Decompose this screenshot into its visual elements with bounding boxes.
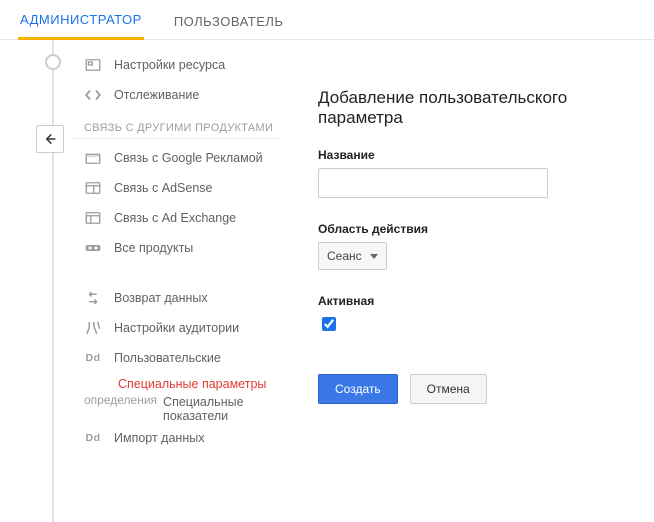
admin-tabs: АДМИНИСТРАТОР ПОЛЬЗОВАТЕЛЬ: [0, 0, 654, 40]
nav-label: Настройки аудитории: [114, 321, 239, 335]
nav-label: Импорт данных: [114, 431, 204, 445]
active-checkbox[interactable]: [322, 317, 336, 331]
nav-label: Пользовательские: [114, 351, 221, 365]
content-panel: Добавление пользовательского параметра Н…: [290, 40, 654, 522]
google-ads-icon: [84, 149, 102, 167]
cancel-button[interactable]: Отмена: [410, 374, 487, 404]
nav-all-products[interactable]: Все продукты: [70, 233, 282, 263]
tab-admin[interactable]: АДМИНИСТРАТОР: [18, 0, 144, 40]
custom-definitions-sub: Специальные параметры определения Специа…: [70, 373, 282, 423]
name-label: Название: [318, 148, 636, 162]
nav-label: Отслеживание: [114, 88, 199, 102]
sidebar: Настройки ресурса Отслеживание СВЯЗЬ С Д…: [70, 40, 290, 522]
nav-track: [52, 40, 54, 522]
chevron-down-icon: [370, 254, 378, 259]
nav-label: Настройки ресурса: [114, 58, 225, 72]
nav-section-linking: СВЯЗЬ С ДРУГИМИ ПРОДУКТАМИ: [70, 110, 282, 139]
active-label: Активная: [318, 294, 636, 308]
scope-label: Область действия: [318, 222, 636, 236]
nav-resource-settings[interactable]: Настройки ресурса: [70, 50, 282, 80]
create-button[interactable]: Создать: [318, 374, 398, 404]
tracking-icon: [84, 86, 102, 104]
data-return-icon: [84, 289, 102, 307]
adexchange-icon: [84, 209, 102, 227]
resource-settings-icon: [84, 56, 102, 74]
nav-data-return[interactable]: Возврат данных: [70, 283, 282, 313]
nav-google-ads[interactable]: Связь с Google Рекламой: [70, 143, 282, 173]
tab-user[interactable]: ПОЛЬЗОВАТЕЛЬ: [172, 2, 286, 39]
nav-custom-metrics[interactable]: Специальные показатели: [157, 391, 282, 423]
scope-select[interactable]: Сеанс: [318, 242, 387, 270]
nav-tracking[interactable]: Отслеживание: [70, 80, 282, 110]
data-import-icon: Dd: [84, 429, 102, 447]
scope-value: Сеанс: [327, 249, 362, 263]
nav-audience-settings[interactable]: Настройки аудитории: [70, 313, 282, 343]
nav-step-dot: [45, 54, 61, 70]
nav-label: Связь с Ad Exchange: [114, 211, 236, 225]
nav-adsense[interactable]: Связь с AdSense: [70, 173, 282, 203]
nav-data-import[interactable]: Dd Импорт данных: [70, 423, 282, 453]
nav-custom-definitions[interactable]: Dd Пользовательские: [70, 343, 282, 373]
arrow-left-icon: [42, 131, 58, 147]
nav-custom-params[interactable]: Специальные параметры: [84, 373, 282, 391]
nav-label: Все продукты: [114, 241, 193, 255]
nav-adexchange[interactable]: Связь с Ad Exchange: [70, 203, 282, 233]
custom-definitions-icon: Dd: [84, 349, 102, 367]
audience-icon: [84, 319, 102, 337]
nav-label: Связь с Google Рекламой: [114, 151, 263, 165]
adsense-icon: [84, 179, 102, 197]
back-button[interactable]: [36, 125, 64, 153]
nav-label: Возврат данных: [114, 291, 208, 305]
name-input[interactable]: [318, 168, 548, 198]
all-products-icon: [84, 239, 102, 257]
nav-definitions-trailing: определения: [84, 391, 157, 423]
page-title: Добавление пользовательского параметра: [318, 88, 636, 128]
nav-label: Связь с AdSense: [114, 181, 212, 195]
